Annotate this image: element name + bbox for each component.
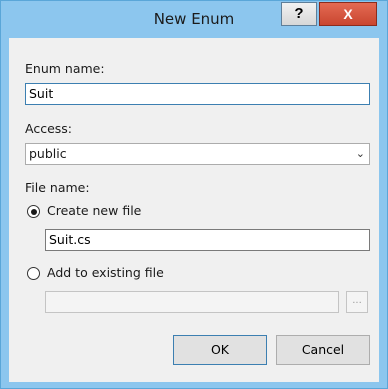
help-button[interactable]: ?: [281, 2, 317, 26]
create-new-file-radio[interactable]: [27, 205, 40, 218]
create-new-file-label[interactable]: Create new file: [47, 203, 141, 218]
enum-name-input[interactable]: Suit: [25, 83, 370, 105]
dialog-body: Enum name: Suit Access: public ⌄ File na…: [9, 38, 379, 382]
enum-name-label: Enum name:: [25, 61, 105, 76]
access-dropdown[interactable]: public ⌄: [25, 143, 370, 165]
browse-button[interactable]: ...: [346, 291, 368, 313]
dialog-window: New Enum ? X Enum name: Suit Access: pub…: [0, 0, 388, 389]
existing-file-input[interactable]: [45, 291, 339, 313]
access-selected-value: public: [29, 146, 67, 161]
new-file-name-input[interactable]: Suit.cs: [45, 229, 370, 251]
chevron-down-icon: ⌄: [355, 147, 365, 160]
title-bar: New Enum ? X: [1, 1, 387, 38]
ok-button[interactable]: OK: [173, 335, 267, 365]
add-existing-file-radio[interactable]: [27, 267, 40, 280]
file-name-label: File name:: [25, 180, 90, 195]
access-label: Access:: [25, 121, 73, 136]
add-existing-file-label[interactable]: Add to existing file: [47, 265, 164, 280]
close-button[interactable]: X: [319, 2, 377, 26]
cancel-button[interactable]: Cancel: [276, 335, 370, 365]
